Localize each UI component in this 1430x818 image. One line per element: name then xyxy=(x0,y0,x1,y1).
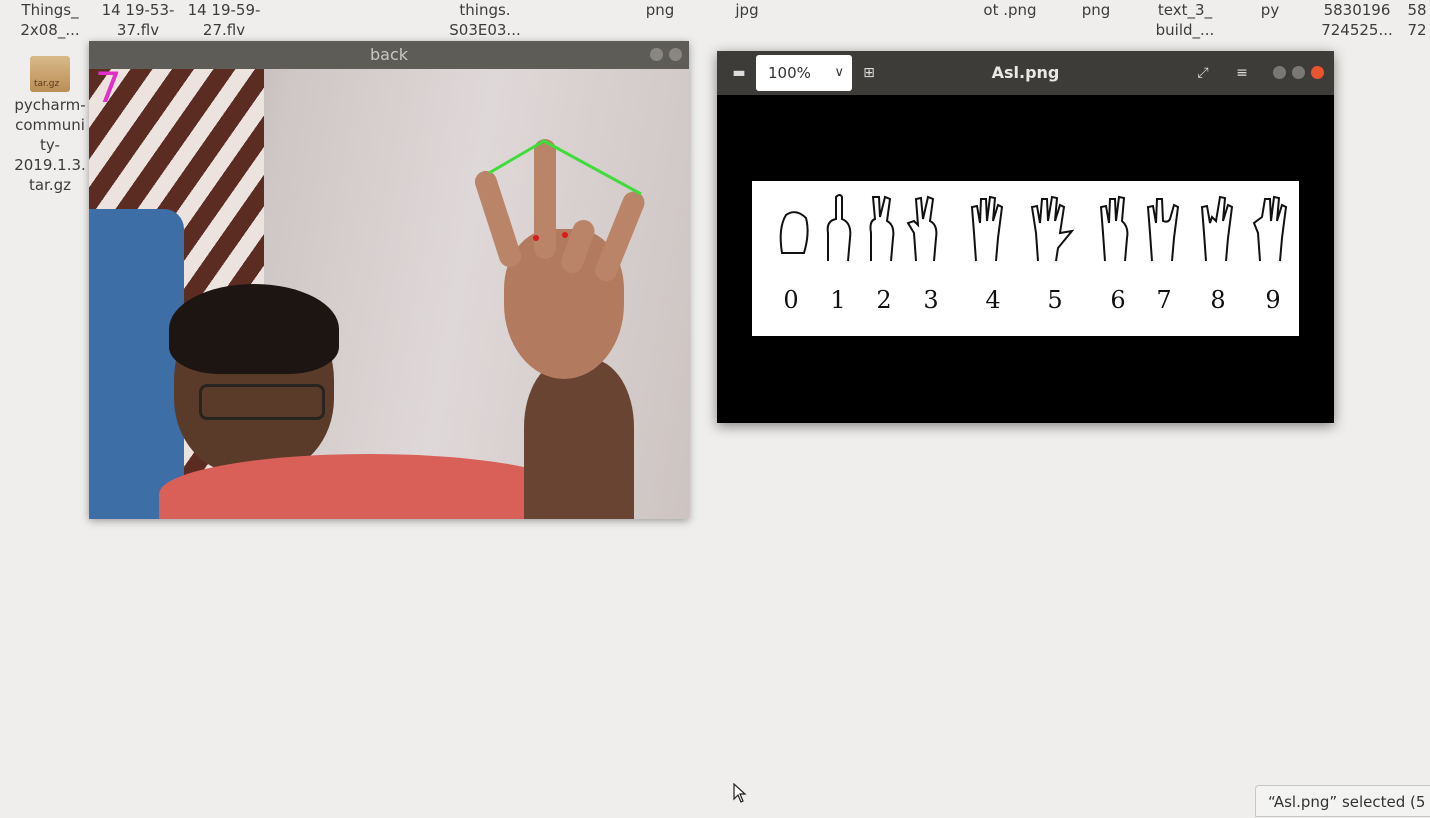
hand-sign-6-icon xyxy=(1099,195,1129,262)
hand-sign-9-icon xyxy=(1252,195,1288,262)
digit-label: 0 xyxy=(783,286,799,314)
detected-digit-overlay: 7 xyxy=(95,69,122,112)
desktop-file-label[interactable]: 58 72 xyxy=(1404,0,1430,40)
desktop-file-label[interactable]: things. S03E03... xyxy=(440,0,530,40)
desktop-file-label[interactable]: text_3_ build_... xyxy=(1145,0,1225,40)
digit-label: 9 xyxy=(1265,286,1281,314)
desktop-file-label[interactable]: jpg xyxy=(722,0,772,20)
back-window-title: back xyxy=(369,45,409,64)
desktop-file-label[interactable]: ot .png xyxy=(975,0,1045,20)
desktop-file-label[interactable]: 14 19-53- 37.flv xyxy=(100,0,176,40)
minimize-icon[interactable] xyxy=(650,48,663,61)
hand-sign-8-icon xyxy=(1200,195,1234,262)
close-icon[interactable] xyxy=(669,48,682,61)
desktop-file-label[interactable]: 14 19-59- 27.flv xyxy=(186,0,262,40)
zoom-in-button[interactable]: ⊞ xyxy=(859,63,879,83)
digit-label: 5 xyxy=(1047,286,1063,314)
desktop-file-label[interactable]: 5830196 724525... xyxy=(1312,0,1402,40)
hand-sign-1-icon xyxy=(826,194,852,262)
mouse-cursor-icon xyxy=(733,783,747,803)
chevron-down-icon: ∨ xyxy=(834,65,844,80)
zoom-select[interactable]: 100% ∨ xyxy=(756,55,852,91)
hand-sign-3-icon xyxy=(906,195,938,262)
archive-icon-text: tar.gz xyxy=(34,79,60,89)
close-icon[interactable] xyxy=(1311,66,1324,79)
fullscreen-icon[interactable]: ⤢ xyxy=(1193,63,1213,83)
digit-label: 2 xyxy=(876,286,892,314)
hand-sign-0-icon xyxy=(779,211,809,254)
zoom-value: 100% xyxy=(768,64,811,82)
digit-label: 8 xyxy=(1210,286,1226,314)
hamburger-menu-icon[interactable]: ≡ xyxy=(1232,63,1252,83)
desktop-file-label[interactable]: png xyxy=(1071,0,1121,20)
archive-file-icon[interactable]: tar.gz xyxy=(30,56,70,92)
desktop-file-label[interactable]: png xyxy=(635,0,685,20)
image-viewer-headerbar[interactable]: ▬ 100% ∨ ⊞ Asl.png ⤢ ≡ xyxy=(717,51,1334,95)
hand-sign-7-icon xyxy=(1146,198,1180,262)
archive-file-label[interactable]: pycharm- communi ty- 2019.1.3. tar.gz xyxy=(8,95,92,195)
digit-label: 7 xyxy=(1156,286,1172,314)
digit-label: 1 xyxy=(830,286,846,314)
maximize-icon[interactable] xyxy=(1292,66,1305,79)
camera-feed: 7 xyxy=(89,69,689,519)
zoom-out-button[interactable]: ▬ xyxy=(729,63,749,83)
back-window-titlebar[interactable]: back xyxy=(89,41,689,69)
desktop-file-label[interactable]: py xyxy=(1250,0,1290,20)
hand-sign-4-icon xyxy=(970,195,1004,262)
hand-sign-5-icon xyxy=(1030,195,1074,262)
status-text: “Asl.png” selected (5 xyxy=(1268,793,1426,811)
hand-tracking-overlay xyxy=(488,139,642,241)
desktop-file-label[interactable]: Things_ 2x08_... xyxy=(15,0,85,40)
asl-image: 0 1 2 3 4 5 6 7 8 9 xyxy=(752,181,1299,336)
status-bar: “Asl.png” selected (5 xyxy=(1255,785,1430,817)
image-viewer-window[interactable]: ▬ 100% ∨ ⊞ Asl.png ⤢ ≡ 0 1 2 3 4 5 6 7 8… xyxy=(717,51,1334,423)
back-window[interactable]: back 7 xyxy=(89,41,689,519)
digit-label: 3 xyxy=(923,286,939,314)
digit-label: 4 xyxy=(985,286,1001,314)
hand-sign-2-icon xyxy=(869,195,895,262)
digit-label: 6 xyxy=(1110,286,1126,314)
minimize-icon[interactable] xyxy=(1273,66,1286,79)
